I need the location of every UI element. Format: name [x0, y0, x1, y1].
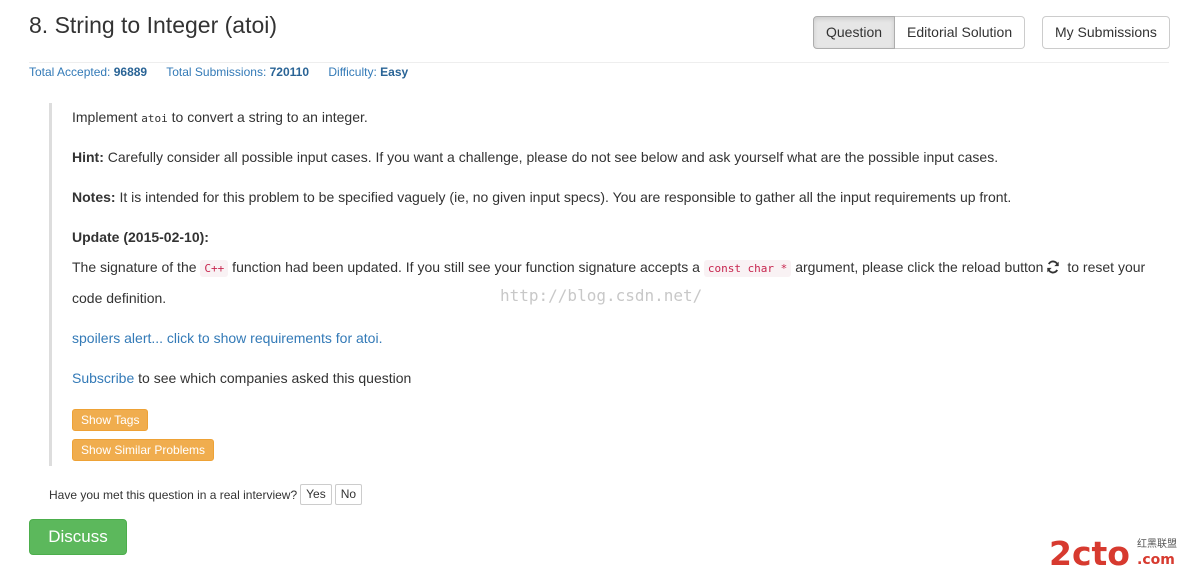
description-notes: Notes: It is intended for this problem t… [72, 189, 1012, 205]
problem-description: Implement atoi to convert a string to an… [49, 103, 1179, 466]
logo-main: 2cto [1049, 534, 1130, 571]
problem-tabs: Question Editorial Solution [813, 16, 1026, 49]
yes-button[interactable]: Yes [300, 484, 332, 505]
interview-label: Have you met this question in a real int… [49, 487, 298, 502]
description-hint: Hint: Carefully consider all possible in… [72, 149, 999, 165]
editorial-solution-tab[interactable]: Editorial Solution [895, 16, 1026, 49]
question-tab[interactable]: Question [813, 16, 896, 49]
header-divider [29, 62, 1169, 63]
total-submissions: Total Submissions: 720110 [166, 65, 310, 79]
problem-title: 8. String to Integer (atoi) [29, 12, 278, 38]
difficulty: Difficulty: Easy [328, 65, 409, 79]
show-similar-problems-button[interactable]: Show Similar Problems [72, 439, 215, 461]
subscribe-link[interactable]: Subscribe [72, 370, 134, 386]
signature-note: The signature of the C++ function had be… [72, 259, 1146, 277]
discuss-button[interactable]: Discuss [29, 519, 127, 555]
signature-note-cont: code definition. [72, 290, 167, 306]
spoilers-alert-link[interactable]: spoilers alert... click to show requirem… [72, 330, 382, 346]
my-submissions-button[interactable]: My Submissions [1042, 16, 1170, 49]
subscribe-line: Subscribe to see which companies asked t… [72, 370, 412, 386]
reload-icon[interactable] [1046, 260, 1060, 274]
description-intro: Implement atoi to convert a string to an… [72, 109, 368, 125]
total-accepted: Total Accepted: 96889 [29, 65, 148, 79]
site-logo: 2cto 红黑联盟 .com [1049, 534, 1177, 571]
update-heading: Update (2015-02-10): [72, 229, 209, 245]
interview-question: Have you met this question in a real int… [49, 484, 363, 505]
show-tags-button[interactable]: Show Tags [72, 409, 149, 431]
logo-cn: 红黑联盟 [1137, 537, 1177, 550]
watermark: http://blog.csdn.net/ [500, 286, 703, 305]
no-button[interactable]: No [334, 484, 363, 505]
problem-stats: Total Accepted: 96889 Total Submissions:… [29, 65, 424, 79]
logo-domain: .com [1137, 552, 1175, 568]
